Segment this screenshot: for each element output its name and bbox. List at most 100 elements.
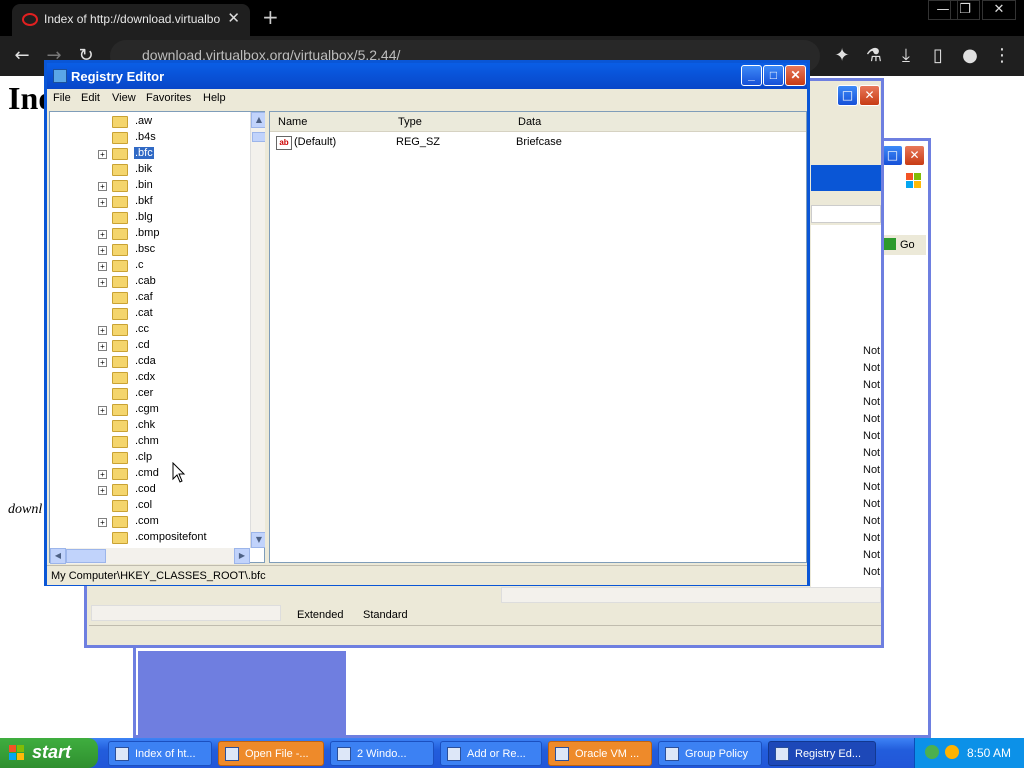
tree-item[interactable]: + .cod — [50, 482, 250, 498]
tree-item[interactable]: .col — [50, 498, 250, 514]
tree-hscroll[interactable]: ◀ ▶ — [50, 548, 250, 564]
bg1-hscroll[interactable] — [91, 605, 281, 621]
registry-editor-window[interactable]: Registry Editor _ □ ✕ File Edit View Fav… — [44, 60, 810, 586]
taskbar-button[interactable]: Oracle VM ... — [548, 741, 652, 766]
taskbar-button[interactable]: 2 Windo... — [330, 741, 434, 766]
tray-network-icon[interactable] — [925, 745, 939, 759]
tree-item[interactable]: + .bfc — [50, 146, 250, 162]
tree-item[interactable]: .blg — [50, 210, 250, 226]
tree-item[interactable]: .chm — [50, 434, 250, 450]
start-button[interactable]: start — [0, 738, 98, 768]
tree-item[interactable]: .cat — [50, 306, 250, 322]
tree-item[interactable]: .bik — [50, 162, 250, 178]
download-icon[interactable]: ⤓ — [894, 44, 918, 68]
restore-button[interactable]: ❐ — [950, 0, 980, 20]
tree-item[interactable]: + .c — [50, 258, 250, 274]
taskbar-button[interactable]: Registry Ed... — [768, 741, 876, 766]
tree-item[interactable]: .b4s — [50, 130, 250, 146]
browser-tab[interactable]: Index of http://download.virtualbox ✕ — [12, 4, 250, 36]
tree-item-label: .aw — [135, 115, 153, 127]
tree-item[interactable]: + .cda — [50, 354, 250, 370]
bg2-maximize-button[interactable]: □ — [882, 145, 903, 166]
tree-item[interactable]: .aw — [50, 114, 250, 130]
tree-item[interactable]: .chk — [50, 418, 250, 434]
taskbar-button-label: 2 Windo... — [357, 748, 407, 760]
column-data[interactable]: Data — [518, 116, 541, 128]
tree-item[interactable]: .compositefont — [50, 530, 250, 546]
tree-vscroll[interactable]: ▲ ▼ — [250, 112, 267, 548]
tree-item[interactable]: .clp — [50, 450, 250, 466]
column-name[interactable]: Name — [278, 116, 307, 128]
tree-item[interactable]: + .bkf — [50, 194, 250, 210]
scroll-right-icon[interactable]: ▶ — [234, 548, 250, 564]
bg1-hscroll-right[interactable] — [501, 587, 881, 603]
go-button[interactable]: Go — [882, 235, 926, 255]
menu-view[interactable]: View — [112, 92, 136, 104]
registry-tree[interactable]: .aw .b4s + .bfc .bik + .bin + .bkf .blg + .bmp + .bsc… — [49, 111, 267, 564]
labs-icon[interactable]: ⚗ — [862, 44, 886, 68]
registry-minimize-button[interactable]: _ — [741, 65, 762, 86]
profile-icon[interactable]: ● — [958, 44, 982, 68]
menu-edit[interactable]: Edit — [81, 92, 100, 104]
tree-item[interactable]: + .cc — [50, 322, 250, 338]
expand-icon[interactable]: + — [98, 246, 107, 255]
tab-extended[interactable]: Extended — [297, 609, 343, 621]
tab-standard[interactable]: Standard — [363, 609, 408, 621]
expand-icon[interactable]: + — [98, 230, 107, 239]
column-type[interactable]: Type — [398, 116, 422, 128]
registry-titlebar[interactable]: Registry Editor _ □ ✕ — [47, 63, 807, 89]
menu-icon[interactable]: ⋮ — [990, 44, 1014, 68]
registry-values-list[interactable]: Name Type Data ab (Default) REG_SZ Brief… — [269, 111, 807, 563]
expand-icon[interactable]: + — [98, 198, 107, 207]
expand-icon[interactable]: + — [98, 342, 107, 351]
expand-icon[interactable]: + — [98, 358, 107, 367]
tree-item-label: .cat — [135, 307, 153, 319]
tab-close-icon[interactable]: ✕ — [227, 9, 240, 27]
tree-item[interactable]: + .cgm — [50, 402, 250, 418]
taskbar-button[interactable]: Open File -... — [218, 741, 324, 766]
folder-icon — [112, 196, 128, 208]
string-value-icon: ab — [276, 136, 292, 150]
bg1-maximize-button[interactable]: □ — [837, 85, 858, 106]
tree-item[interactable]: + .com — [50, 514, 250, 530]
bg1-close-button[interactable]: ✕ — [859, 85, 880, 106]
new-tab-icon[interactable]: + — [262, 5, 279, 29]
tray-search-icon[interactable] — [945, 745, 959, 759]
menu-favorites[interactable]: Favorites — [146, 92, 191, 104]
expand-icon[interactable]: + — [98, 262, 107, 271]
expand-icon[interactable]: + — [98, 486, 107, 495]
tree-item[interactable]: + .bsc — [50, 242, 250, 258]
taskbar-button[interactable]: Add or Re... — [440, 741, 542, 766]
expand-icon[interactable]: + — [98, 278, 107, 287]
tree-item[interactable]: + .bmp — [50, 226, 250, 242]
expand-icon[interactable]: + — [98, 150, 107, 159]
scroll-left-icon[interactable]: ◀ — [50, 548, 66, 564]
back-icon[interactable]: ← — [10, 44, 34, 68]
taskbar-button[interactable]: Group Policy — [658, 741, 762, 766]
expand-icon[interactable]: + — [98, 406, 107, 415]
vscroll-thumb[interactable] — [252, 132, 266, 142]
tree-item[interactable]: .cer — [50, 386, 250, 402]
extensions-icon[interactable]: ✦ — [830, 44, 854, 68]
browser-close-button[interactable]: ✕ — [982, 0, 1016, 20]
menu-help[interactable]: Help — [203, 92, 226, 104]
taskbar-button[interactable]: Index of ht... — [108, 741, 212, 766]
tree-item[interactable]: + .bin — [50, 178, 250, 194]
expand-icon[interactable]: + — [98, 470, 107, 479]
expand-icon[interactable]: + — [98, 326, 107, 335]
taskbar-app-icon — [555, 747, 569, 761]
value-row[interactable]: ab (Default) REG_SZ Briefcase — [270, 134, 806, 152]
tree-item[interactable]: + .cab — [50, 274, 250, 290]
expand-icon[interactable]: + — [98, 182, 107, 191]
sidepanel-icon[interactable]: ▯ — [926, 44, 950, 68]
tree-item[interactable]: .cdx — [50, 370, 250, 386]
tree-item[interactable]: + .cd — [50, 338, 250, 354]
tree-item[interactable]: + .cmd — [50, 466, 250, 482]
registry-close-button[interactable]: ✕ — [785, 65, 806, 86]
registry-maximize-button[interactable]: □ — [763, 65, 784, 86]
hscroll-thumb[interactable] — [66, 549, 106, 563]
tree-item[interactable]: .caf — [50, 290, 250, 306]
bg2-close-button[interactable]: ✕ — [904, 145, 925, 166]
menu-file[interactable]: File — [53, 92, 71, 104]
expand-icon[interactable]: + — [98, 518, 107, 527]
